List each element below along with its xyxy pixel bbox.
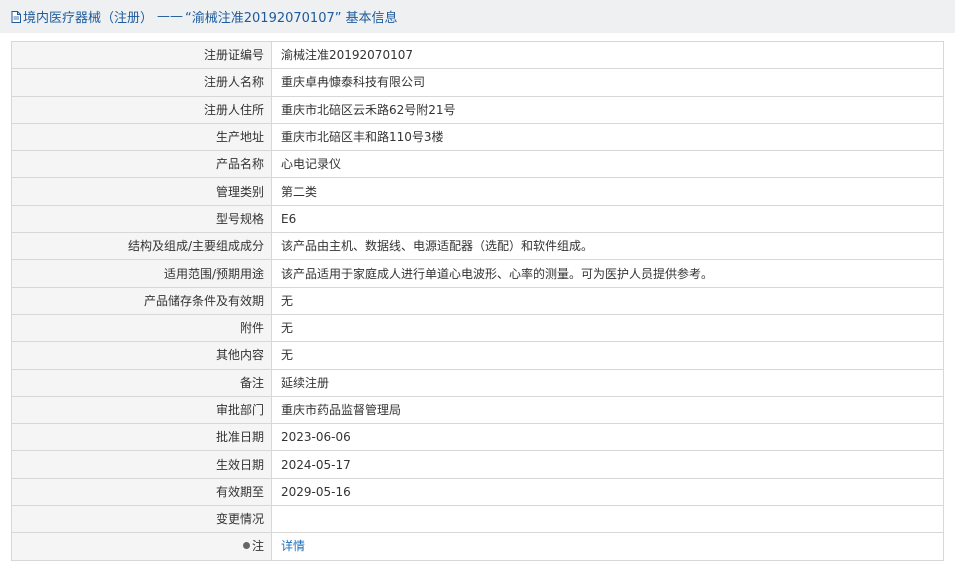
table-row: 注册人住所 重庆市北碚区云禾路62号附21号 xyxy=(11,95,944,124)
row-label: 有效期至 xyxy=(11,477,272,507)
row-value: 2024-05-17 xyxy=(271,450,944,479)
title-category: 境内医疗器械（注册） xyxy=(23,11,154,26)
row-label: 产品储存条件及有效期 xyxy=(11,286,272,315)
row-label: 型号规格 xyxy=(11,204,272,234)
note-label: 注 xyxy=(251,539,264,554)
table-row: 产品储存条件及有效期无 xyxy=(11,286,944,315)
row-value: 重庆市北碚区丰和路110号3楼 xyxy=(271,122,944,152)
row-label: 适用范围/预期用途 xyxy=(11,259,272,288)
title-suffix: 基本信息 xyxy=(345,11,398,26)
row-value: 渝械注准20192070107 xyxy=(271,40,944,70)
row-label: 注 xyxy=(11,532,272,561)
table-row: 生效日期 2024-05-17 xyxy=(11,450,944,479)
row-label: 变更情况 xyxy=(11,505,272,534)
row-label: 产品名称 xyxy=(11,150,272,179)
row-value: 无 xyxy=(271,313,944,343)
detail-table-wrapper: 注册证编号 渝械注准20192070107 注册人名称 重庆卓冉慷泰科技有限公司 注册人… xyxy=(11,40,944,561)
table-row: 注册人名称 重庆卓冉慷泰科技有限公司 xyxy=(11,68,944,97)
row-label: 附件 xyxy=(11,313,272,343)
row-value: 延续注册 xyxy=(271,368,944,397)
document-icon xyxy=(11,10,21,23)
table-row: 备注 延续注册 xyxy=(11,368,944,397)
table-row: 有效期至 2029-05-16 xyxy=(11,477,944,507)
table-row: 批准日期 2023-06-06 xyxy=(11,423,944,452)
row-value: 该产品适用于家庭成人进行单道心电波形、心率的测量。可为医护人员提供参考。 xyxy=(271,259,944,288)
table-row: 结构及组成/主要组成成分 该产品由主机、数据线、电源适配器（选配）和软件组成。 xyxy=(11,232,944,261)
row-value: 该产品由主机、数据线、电源适配器（选配）和软件组成。 xyxy=(271,232,944,261)
table-row: 生产地址 重庆市北碚区丰和路110号3楼 xyxy=(11,122,944,152)
row-value: 第二类 xyxy=(271,177,944,206)
table-row: 适用范围/预期用途 该产品适用于家庭成人进行单道心电波形、心率的测量。可为医护人员… xyxy=(11,259,944,288)
row-value: 重庆市药品监督管理局 xyxy=(271,395,944,425)
page-title-bar: 境内医疗器械（注册） —— “渝械注准20192070107” 基本信息 xyxy=(0,0,955,33)
details-link[interactable]: 详情 xyxy=(281,539,305,553)
table-row: 型号规格 E6 xyxy=(11,204,944,234)
row-label: 生产地址 xyxy=(11,122,272,152)
title-separator: —— xyxy=(157,9,184,24)
row-value xyxy=(271,505,944,534)
table-row: 产品名称 心电记录仪 xyxy=(11,150,944,179)
table-row: 注册证编号 渝械注准20192070107 xyxy=(11,40,944,70)
row-label: 结构及组成/主要组成成分 xyxy=(11,232,272,261)
row-label: 备注 xyxy=(11,368,272,397)
table-row: 管理类别 第二类 xyxy=(11,177,944,206)
row-value: 心电记录仪 xyxy=(271,150,944,179)
row-label: 审批部门 xyxy=(11,395,272,425)
row-value: 重庆卓冉慷泰科技有限公司 xyxy=(271,68,944,97)
row-value: 无 xyxy=(271,341,944,370)
detail-table-body: 注册证编号 渝械注准20192070107 注册人名称 重庆卓冉慷泰科技有限公司 注册人… xyxy=(11,40,944,534)
row-label: 注册人住所 xyxy=(11,95,272,124)
title-registration-number: “渝械注准20192070107” xyxy=(185,11,342,26)
table-row-note: 注 详情 xyxy=(11,532,944,561)
row-label: 注册证编号 xyxy=(11,40,272,70)
row-value: 详情 xyxy=(271,532,944,561)
table-row: 其他内容无 xyxy=(11,341,944,370)
row-label: 其他内容 xyxy=(11,341,272,370)
row-value: E6 xyxy=(271,204,944,234)
table-row: 附件无 xyxy=(11,313,944,343)
table-row: 审批部门 重庆市药品监督管理局 xyxy=(11,395,944,425)
row-label: 批准日期 xyxy=(11,423,272,452)
row-value: 重庆市北碚区云禾路62号附21号 xyxy=(271,95,944,124)
row-value: 2023-06-06 xyxy=(271,423,944,452)
row-label: 管理类别 xyxy=(11,177,272,206)
row-label: 生效日期 xyxy=(11,450,272,479)
detail-table: 注册证编号 渝械注准20192070107 注册人名称 重庆卓冉慷泰科技有限公司 注册人… xyxy=(11,40,944,561)
info-dot-icon xyxy=(242,542,250,550)
row-label: 注册人名称 xyxy=(11,68,272,97)
row-value: 无 xyxy=(271,286,944,315)
row-value: 2029-05-16 xyxy=(271,477,944,507)
table-row: 变更情况 xyxy=(11,505,944,534)
